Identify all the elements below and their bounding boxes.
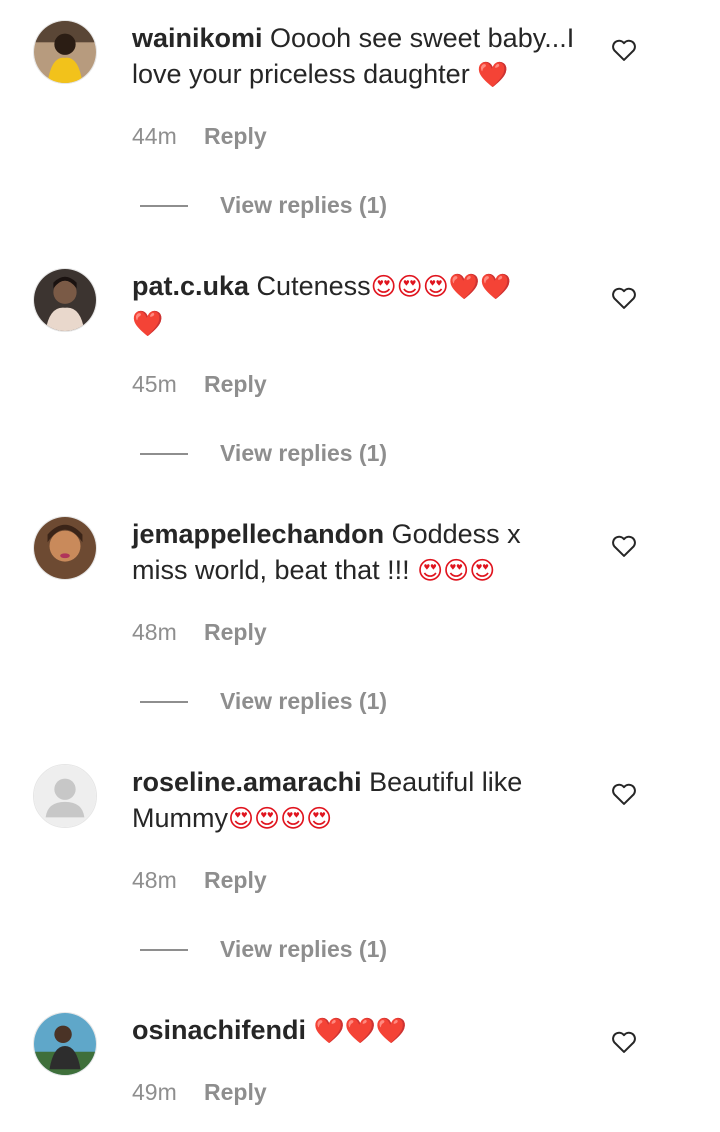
comment-meta: 48m Reply [132, 617, 267, 647]
view-replies-label[interactable]: View replies (1) [220, 190, 387, 220]
comment-username[interactable]: pat.c.uka [132, 271, 249, 301]
like-button[interactable] [610, 532, 638, 560]
comment-username[interactable]: jemappellechandon [132, 519, 384, 549]
view-replies-label[interactable]: View replies (1) [220, 686, 387, 716]
comment-body: pat.c.uka Cuteness😍😍😍❤️❤️ ❤️ [132, 268, 584, 342]
reply-button[interactable]: Reply [204, 123, 267, 149]
comment-meta: 44m Reply [132, 121, 267, 151]
comment-time: 49m [132, 1079, 177, 1105]
comment-body: roseline.amarachi Beautiful like Mummy😍😍… [132, 764, 584, 837]
avatar[interactable] [33, 1012, 97, 1076]
comment-text: love your priceless daughter [132, 59, 478, 89]
reply-button[interactable]: Reply [204, 1079, 267, 1105]
view-replies-label[interactable]: View replies (1) [220, 438, 387, 468]
comment-meta: 48m Reply [132, 865, 267, 895]
avatar[interactable] [33, 516, 97, 580]
heart-emoji: ❤️ [477, 60, 509, 89]
reply-button[interactable]: Reply [204, 619, 267, 645]
comment-body: osinachifendi ❤️❤️❤️ [132, 1012, 584, 1049]
heart-outline-icon [612, 535, 636, 557]
comment-time: 48m [132, 619, 177, 645]
avatar[interactable] [33, 764, 97, 828]
reply-button[interactable]: Reply [204, 867, 267, 893]
like-button[interactable] [610, 1028, 638, 1056]
comment-text: Cuteness [249, 271, 371, 301]
replies-divider [140, 701, 188, 703]
replies-divider [140, 949, 188, 951]
comment-text [306, 1015, 314, 1045]
avatar[interactable] [33, 268, 97, 332]
heart-emoji: ❤️ [132, 309, 164, 338]
emoji-group: 😍😍😍😍 [228, 804, 333, 833]
comment-meta: 45m Reply [132, 369, 267, 399]
comment-body: jemappellechandon Goddess x miss world, … [132, 516, 584, 589]
like-button[interactable] [610, 284, 638, 312]
comment-text: Beautiful like [361, 767, 523, 797]
comment-time: 48m [132, 867, 177, 893]
comment-text: Goddess x [384, 519, 521, 549]
replies-divider [140, 205, 188, 207]
default-avatar-icon [34, 765, 96, 827]
emoji-group: 😍😍😍❤️❤️ [370, 272, 512, 301]
like-button[interactable] [610, 780, 638, 808]
like-button[interactable] [610, 36, 638, 64]
avatar[interactable] [33, 20, 97, 84]
reply-button[interactable]: Reply [204, 371, 267, 397]
comment-time: 44m [132, 123, 177, 149]
comment-username[interactable]: roseline.amarachi [132, 767, 362, 797]
heart-outline-icon [612, 783, 636, 805]
comment-meta: 49m Reply [132, 1077, 267, 1107]
comment-username[interactable]: osinachifendi [132, 1015, 306, 1045]
emoji-group: ❤️❤️❤️ [313, 1016, 407, 1045]
emoji-group: 😍😍😍 [417, 556, 496, 585]
heart-outline-icon [612, 1031, 636, 1053]
replies-divider [140, 453, 188, 455]
heart-outline-icon [612, 287, 636, 309]
comment-time: 45m [132, 371, 177, 397]
comment-username[interactable]: wainikomi [132, 23, 263, 53]
comment-body: wainikomi Ooooh see sweet baby...I love … [132, 20, 584, 93]
comment-text: Ooooh see sweet baby...I [262, 23, 575, 53]
comment-text: miss world, beat that !!! [132, 555, 418, 585]
heart-outline-icon [612, 39, 636, 61]
view-replies-label[interactable]: View replies (1) [220, 934, 387, 964]
comment-text: Mummy [132, 803, 228, 833]
